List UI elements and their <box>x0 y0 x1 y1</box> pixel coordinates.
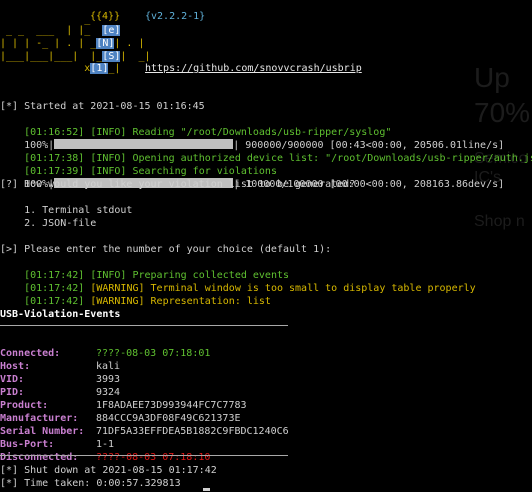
logo-highlight-letter: [1] <box>90 63 109 74</box>
ascii-logo-line: | | | -_ | . | _[N]| . | <box>0 38 145 49</box>
progress-line: 100%| | 900000/900000 [00:43<00:00, 20506… <box>0 126 504 151</box>
background-window-text: Shop n <box>474 213 525 230</box>
event-row: Disconnected: ????-08-03 07:18:10 <box>0 438 300 463</box>
log-timestamp: [01:17:42] <box>24 296 85 307</box>
progress-line: 100%| | 100000/100000 [00:00<00:00, 20816… <box>0 165 504 190</box>
background-window-text: 70% <box>474 97 531 128</box>
option-item: 2. JSON-file <box>0 218 97 229</box>
terminal-cursor[interactable] <box>203 488 210 491</box>
banner-brace: {{4}} <box>90 11 121 22</box>
table-divider <box>0 455 288 456</box>
event-row: Serial Number: 71DF5A33EFFDEA5B1882C9FBDC… <box>0 412 300 437</box>
warning-line: [01:17:42] [WARNING] Terminal window is … <box>0 269 476 294</box>
disconnected-value: ????-08-03 07:18:10 <box>96 452 211 463</box>
status-line: [*] Time taken: 0:00:57.329813 <box>0 478 181 489</box>
status-line: [*] Started at 2021-08-15 01:16:45 <box>0 101 205 112</box>
event-row: Manufacturer: 884CCC9A3DF08F49C621373E <box>0 399 300 424</box>
logo-highlight-letter: [e] <box>102 25 121 36</box>
logo-highlight-letter: [S] <box>102 51 121 62</box>
field-label: Disconnected: <box>0 452 79 463</box>
event-row: Host: kali <box>0 347 300 372</box>
ascii-logo-line: x[1]_| <box>0 63 121 74</box>
prompt-line: [>] Please enter the number of your choi… <box>0 244 332 255</box>
ascii-logo-line: _ _ ___ | |_ [e] <box>0 25 121 36</box>
event-row: Product: 1F8ADAEE73D993944FC7C7783 <box>0 386 300 411</box>
project-url-link[interactable]: https://github.com/snovvcrash/usbrip <box>145 62 362 75</box>
event-row: Bus-Port: 1-1 <box>0 425 300 450</box>
event-row: Connected: ????-08-03 07:18:01 <box>0 334 300 359</box>
table-title: USB-Violation-Events <box>0 309 121 320</box>
question-line: [?] How would you like your violation li… <box>0 179 356 190</box>
warning-message: [WARNING] Representation: list <box>84 296 271 307</box>
background-window-text: Up <box>474 62 510 93</box>
table-divider <box>0 325 288 326</box>
log-line: [01:17:39] [INFO] Searching for violatio… <box>0 152 277 177</box>
status-line: [*] Shut down at 2021-08-15 01:17:42 <box>0 465 217 476</box>
log-line: [01:17:38] [INFO] Opening authorized dev… <box>0 139 532 164</box>
event-row: PID: 9324 <box>0 373 300 398</box>
logo-highlight-letter: [N] <box>96 38 115 49</box>
banner-version: {v2.2.2-1} <box>145 11 206 22</box>
log-line: [01:17:42] [INFO] Preparing collected ev… <box>0 256 289 281</box>
warning-line: [01:17:42] [WARNING] Representation: lis… <box>0 282 271 307</box>
log-line: [01:16:52] [INFO] Reading "/root/Downloa… <box>0 113 391 138</box>
option-item: 1. Terminal stdout <box>0 205 133 216</box>
event-row: VID: 3993 <box>0 360 300 385</box>
